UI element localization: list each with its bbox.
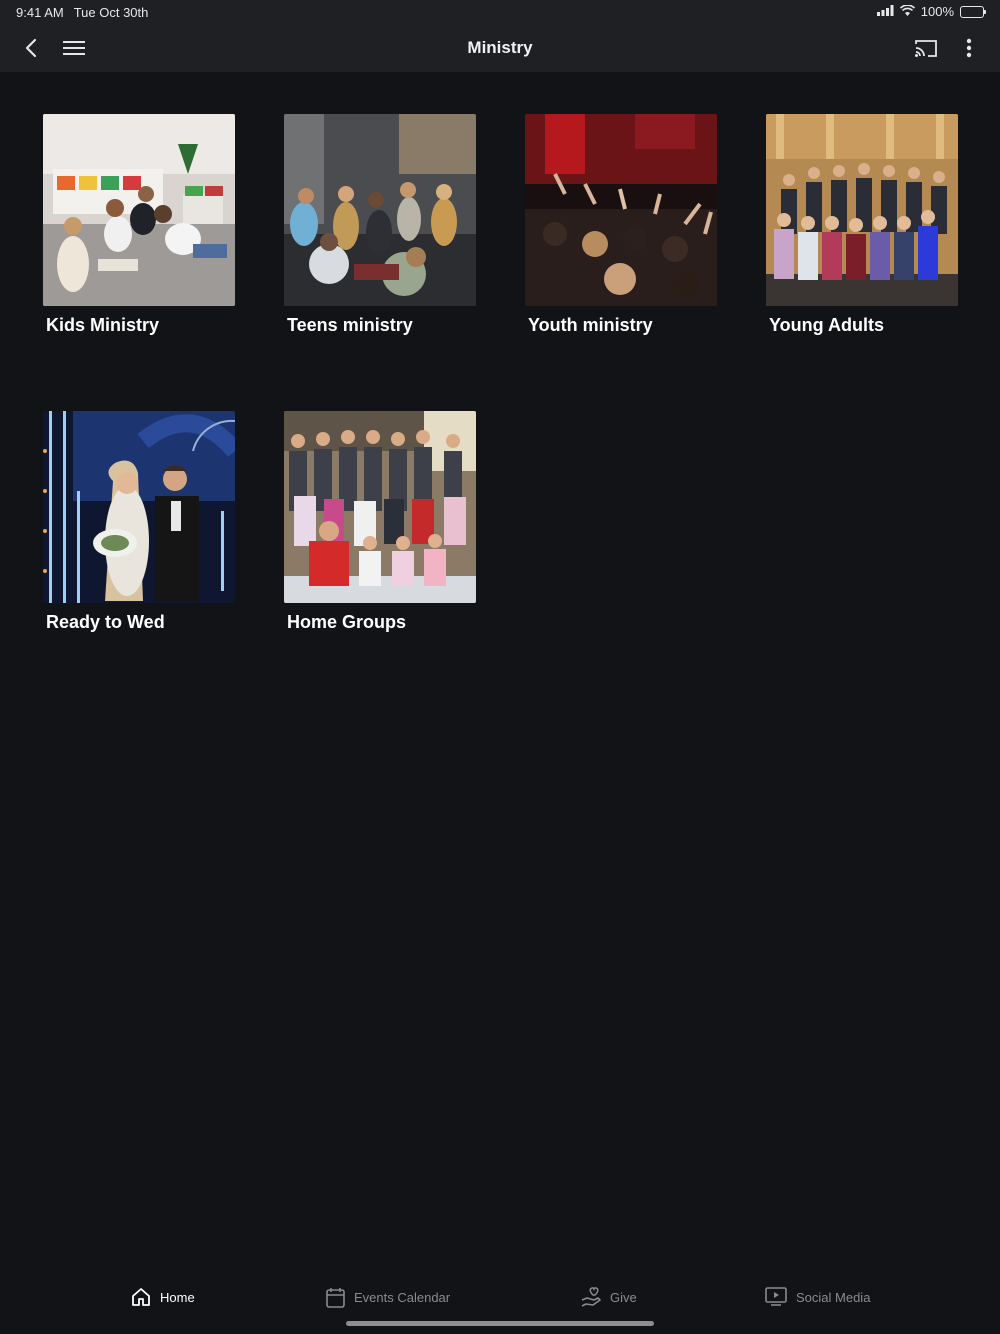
status-bar: 9:41 AM Tue Oct 30th 100%: [0, 0, 1000, 24]
ministry-tile-label: Ready to Wed: [46, 612, 165, 632]
status-left: 9:41 AM Tue Oct 30th: [16, 5, 148, 20]
wifi-icon: [899, 4, 915, 19]
cellular-signal-icon: [876, 4, 894, 19]
ministry-tile-young-adults[interactable]: Young Adults: [766, 114, 958, 411]
status-date: Tue Oct 30th: [73, 5, 149, 20]
ministry-tile-teens[interactable]: Teens ministry: [284, 114, 476, 411]
youth-ministry-photo: [525, 114, 717, 306]
cast-button[interactable]: [911, 34, 941, 62]
kids-ministry-photo: [43, 114, 235, 306]
tab-home[interactable]: Home: [131, 1284, 195, 1310]
ministry-grid: Kids Ministry Teens ministry Youth minis…: [43, 114, 958, 708]
tab-label: Give: [610, 1289, 637, 1305]
ministry-tile-label: Kids Ministry: [46, 315, 160, 335]
home-indicator[interactable]: [346, 1321, 654, 1326]
ministry-tile-youth[interactable]: Youth ministry: [525, 114, 717, 411]
top-nav-bar: Ministry: [0, 24, 1000, 72]
tab-label: Social Media: [796, 1289, 871, 1305]
more-vertical-icon: [966, 38, 972, 58]
page-title: Ministry: [467, 38, 533, 57]
home-icon: [132, 1288, 150, 1306]
teens-ministry-photo: [284, 114, 476, 306]
battery-icon: [960, 5, 986, 18]
more-options-button[interactable]: [954, 34, 984, 62]
ministry-tile-ready-to-wed[interactable]: Ready to Wed: [43, 411, 235, 708]
tab-label: Events Calendar: [354, 1289, 451, 1305]
ministry-tile-label: Youth ministry: [528, 315, 653, 335]
tab-give[interactable]: Give: [581, 1284, 637, 1310]
ministry-tile-home-groups[interactable]: Home Groups: [284, 411, 476, 708]
ministry-tile-kids[interactable]: Kids Ministry: [43, 114, 235, 411]
tab-label: Home: [160, 1289, 195, 1305]
home-groups-photo: [284, 411, 476, 603]
give-hand-heart-icon: [581, 1287, 601, 1307]
battery-percent: 100%: [920, 4, 954, 19]
tab-events-calendar[interactable]: Events Calendar: [326, 1284, 450, 1310]
young-adults-photo: [766, 114, 958, 306]
ready-to-wed-photo: [43, 411, 235, 603]
play-screen-icon: [765, 1287, 787, 1306]
ministry-tile-label: Young Adults: [769, 315, 884, 335]
tab-social-media[interactable]: Social Media: [765, 1284, 870, 1310]
ministry-tile-label: Teens ministry: [287, 315, 413, 335]
status-time: 9:41 AM: [16, 5, 64, 20]
calendar-icon: [326, 1287, 345, 1308]
cast-icon: [915, 39, 937, 57]
status-right: 100%: [876, 4, 986, 19]
ministry-tile-label: Home Groups: [287, 612, 407, 632]
